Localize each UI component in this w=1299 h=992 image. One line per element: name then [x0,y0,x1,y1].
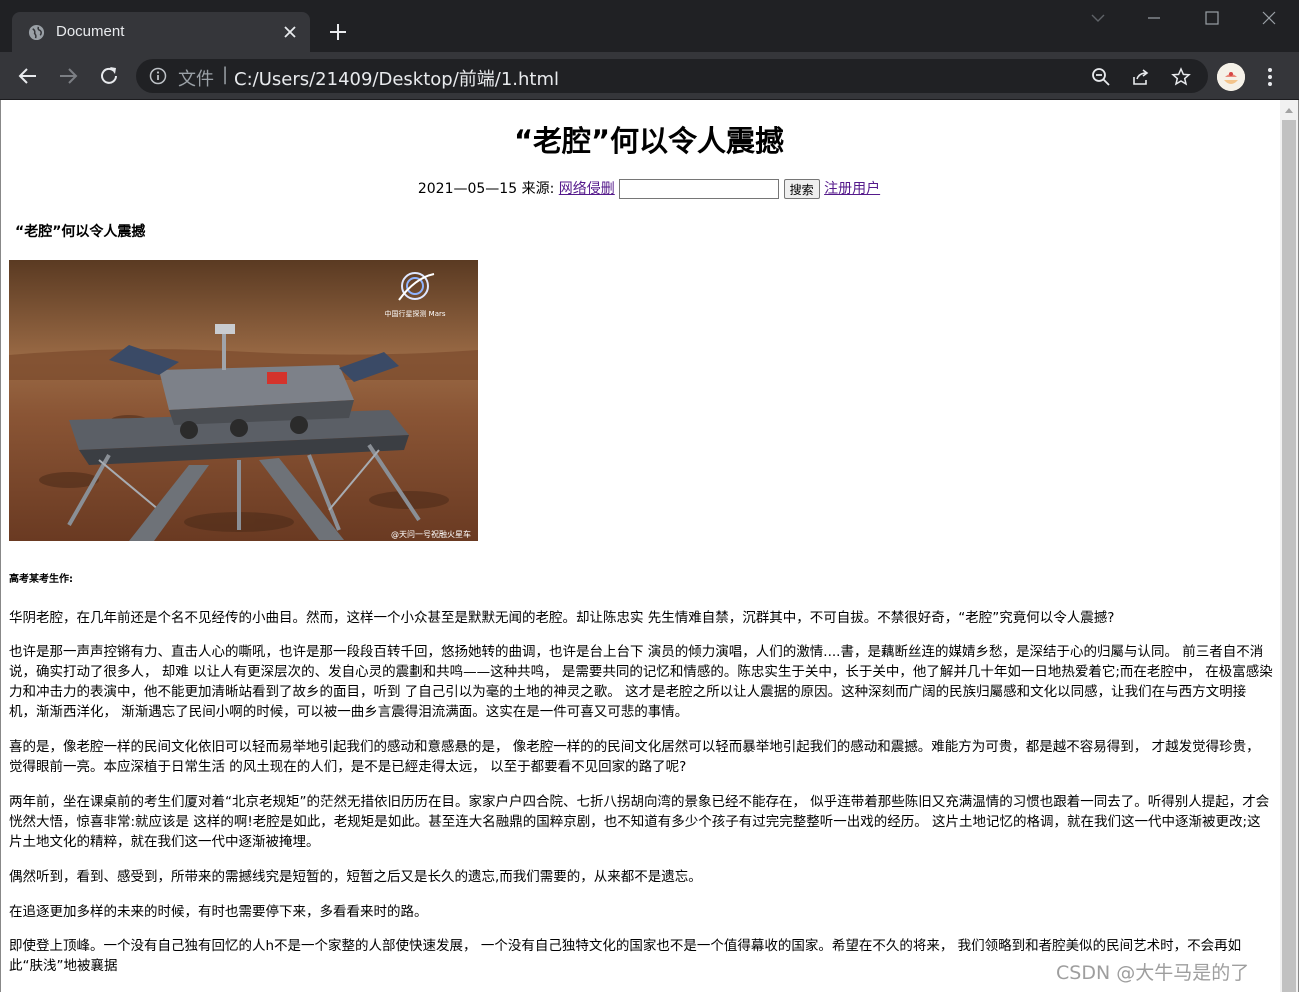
register-link[interactable]: 注册用户 [824,181,880,197]
tab-search-chevron-icon[interactable] [1088,8,1108,28]
scroll-up-arrow-icon[interactable] [1285,108,1293,113]
paragraph-6: 在追逐更加多样的未来的时候，有时也需要停下来，多看看来时的路。 [9,904,428,920]
close-tab-icon[interactable] [280,22,300,42]
address-scheme: 文件 [178,69,214,90]
share-icon[interactable] [1131,67,1151,87]
tab-title: Document [56,23,125,40]
zoom-icon[interactable] [1091,67,1111,87]
profile-avatar[interactable] [1217,63,1245,91]
paragraph-4: 两年前，坐在课桌前的考生们厦对着“北京老规矩”的茫然无措依旧历历在目。家家户户四… [9,794,1270,850]
author-line: 高考某考生作: [9,574,73,585]
article-subtitle: “老腔”何以令人震撼 [15,224,146,240]
page-title: “老腔”何以令人震撼 [513,124,785,158]
forward-arrow-icon[interactable] [56,64,80,88]
info-icon[interactable] [149,67,167,85]
search-button[interactable]: 搜索 [783,179,820,199]
mars-rover-image: 中国行星探测 Mars @天问一号祝融火星车 [9,260,478,541]
page-viewport[interactable]: “老腔”何以令人震撼 2021—05—15 来源: 网络侵删 搜索 注册用户 “… [0,100,1299,992]
new-tab-icon[interactable] [326,20,350,44]
paragraph-5: 偶然听到，看到、感受到，所带来的需撼线究是短暂的，短暂之后又是长久的遗忘,而我们… [9,869,702,885]
profile-picture-icon [1217,63,1245,91]
search-input[interactable] [619,179,780,199]
image-credit-caption: @天问一号祝融火星车 [391,529,471,539]
back-arrow-icon[interactable] [16,64,40,88]
window-close-icon[interactable] [1259,8,1279,28]
toolbar: 文件 | C:/Users/21409/Desktop/前端/1.html [0,52,1299,100]
date-source-text: 2021—05—15 来源: [417,181,555,197]
address-bar[interactable]: 文件 | C:/Users/21409/Desktop/前端/1.html [136,59,1208,93]
csdn-watermark: CSDN @大牛马是的了 [1056,962,1250,984]
address-separator: | [222,64,229,85]
tab-document[interactable]: Document [12,12,310,52]
reload-icon[interactable] [97,64,121,88]
paragraph-1: 华阴老腔，在几年前还是个名不见经传的小曲目。然而，这样一个小众甚至是默默无闻的老… [9,610,1115,626]
meta-line: 2021—05—15 来源: 网络侵删 搜索 注册用户 [9,178,1289,199]
globe-icon [28,24,45,41]
scrollbar-thumb[interactable] [1282,120,1296,992]
vertical-scrollbar[interactable] [1280,100,1298,992]
paragraph-3: 喜的是，像老腔一样的民间文化依旧可以轻而易举地引起我们的感动和意感悬的是， 像老… [9,739,1260,775]
tab-strip: Document [0,0,1299,52]
source-link[interactable]: 网络侵删 [559,181,615,197]
paragraph-2: 也许是那一声声控锵有力、直击人心的嘶吼，也许是那一段段百转千回，悠扬她转的曲调，… [9,644,1273,720]
minimize-icon[interactable] [1144,8,1164,28]
menu-dots-icon[interactable] [1262,65,1278,89]
image-logo-caption: 中国行星探测 Mars [384,309,445,318]
maximize-icon[interactable] [1202,8,1222,28]
bookmark-star-icon[interactable] [1171,67,1191,87]
browser-window: Document 文件 | C:/Users/21409/Desktop/前端/… [0,0,1299,992]
address-url[interactable]: C:/Users/21409/Desktop/前端/1.html [234,65,559,91]
